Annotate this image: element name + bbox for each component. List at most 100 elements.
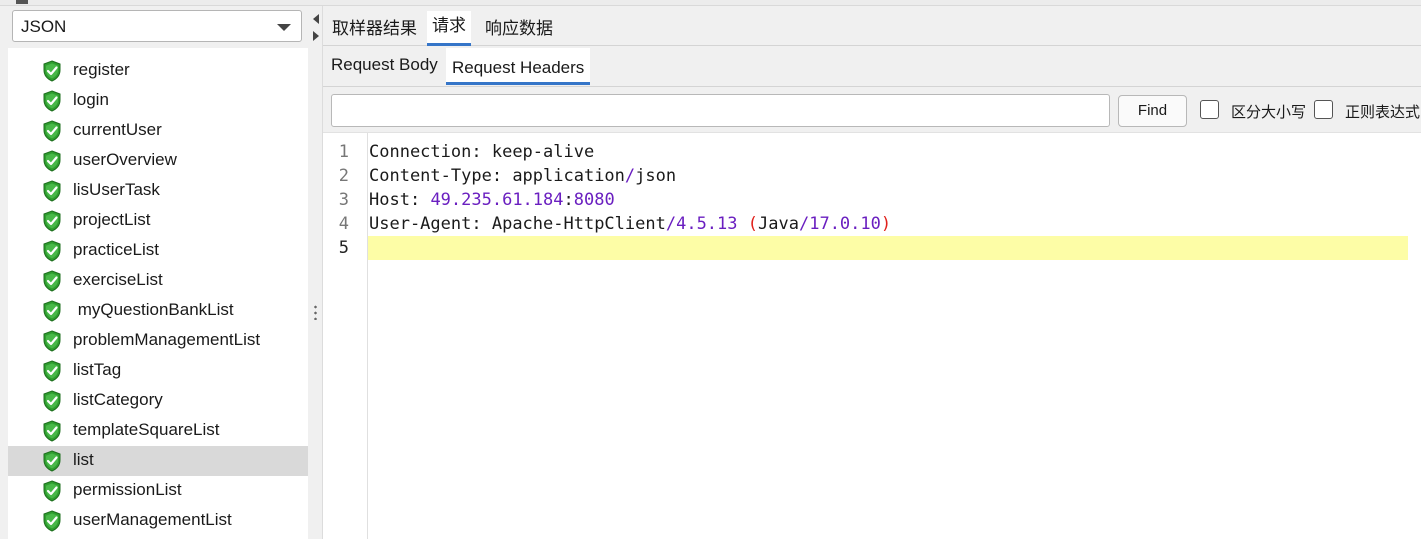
shield-check-icon	[41, 510, 63, 532]
line-number: 1	[338, 142, 349, 162]
tree-item[interactable]: practiceList	[8, 236, 308, 266]
regex-checkbox[interactable]	[1314, 100, 1333, 119]
tree-item[interactable]: permissionList	[8, 476, 308, 506]
tree-item[interactable]: exerciseList	[8, 266, 308, 296]
code-token: 17.0.10	[809, 214, 881, 234]
editor-line[interactable]: 5	[323, 236, 1421, 260]
code-token: Host	[369, 190, 410, 210]
tab-sampler-result[interactable]: 取样器结果	[332, 14, 417, 44]
tab-request-body[interactable]: Request Body	[331, 55, 438, 75]
line-code: Connection: keep-alive	[369, 140, 594, 164]
tree-item-label: exerciseList	[73, 270, 163, 289]
tree-item-label: login	[73, 90, 109, 109]
tree-item[interactable]: problemManagementList	[8, 326, 308, 356]
code-token: :	[563, 190, 574, 210]
code-token: :	[471, 214, 492, 234]
shield-check-icon	[41, 390, 63, 412]
request-headers-editor[interactable]: 1 Connection: keep-alive 2 Content-Type: ap…	[323, 133, 1421, 539]
tree-item-label: lisUserTask	[73, 180, 160, 199]
shield-check-icon	[41, 210, 63, 232]
shield-check-icon	[41, 360, 63, 382]
tree-item[interactable]: register	[8, 56, 308, 86]
result-tabs: 取样器结果 请求 响应数据	[323, 6, 1421, 46]
sampler-tree-pane: JSON register login currentUser userOvervie…	[0, 6, 309, 539]
pane-splitter[interactable]	[309, 6, 323, 539]
sampler-type-value: JSON	[21, 17, 67, 36]
shield-check-icon	[41, 60, 63, 82]
code-token: 4.5.13	[676, 214, 738, 234]
result-pane: 取样器结果 请求 响应数据 Request Body Request Heade…	[323, 6, 1421, 539]
tree-item[interactable]: listTag	[8, 356, 308, 386]
code-token: :	[491, 166, 513, 186]
tree-item[interactable]: templateSquareList	[8, 416, 308, 446]
regex-label: 正则表达式	[1345, 103, 1421, 121]
line-code: Host: 49.235.61.184:8080	[369, 188, 615, 212]
case-sensitive-checkbox[interactable]	[1200, 100, 1219, 119]
tree-item[interactable]: lisUserTask	[8, 176, 308, 206]
code-token: json	[635, 166, 677, 186]
editor-line[interactable]: 1 Connection: keep-alive	[323, 140, 1421, 164]
tree-item[interactable]: userManagementList	[8, 506, 308, 536]
sampler-type-select[interactable]: JSON	[12, 10, 302, 42]
code-token: 8080	[573, 190, 615, 210]
code-token: Content-Type	[369, 166, 492, 186]
chevron-down-icon[interactable]	[277, 24, 291, 31]
tree-item-label: problemManagementList	[73, 330, 261, 349]
shield-check-icon	[41, 90, 63, 112]
expand-right-icon[interactable]	[313, 31, 319, 41]
search-input[interactable]	[331, 94, 1110, 127]
code-token: 49.235.61.184	[430, 190, 564, 210]
code-token: :	[471, 142, 492, 162]
line-code: Content-Type: application/json	[369, 164, 676, 188]
shield-check-icon	[41, 270, 63, 292]
request-tabs: Request Body Request Headers	[323, 46, 1421, 87]
sampler-tree[interactable]: register login currentUser userOverview lisU…	[8, 48, 308, 539]
line-number: 5	[338, 238, 349, 258]
shield-check-icon	[41, 420, 63, 442]
code-token: Connection	[369, 142, 472, 162]
tree-item[interactable]: projectList	[8, 206, 308, 236]
tree-item[interactable]: list	[8, 446, 308, 476]
tree-item-label: currentUser	[73, 120, 162, 139]
tree-item-label: userOverview	[73, 150, 177, 169]
tree-item[interactable]: userOverview	[8, 146, 308, 176]
case-sensitive-label: 区分大小写	[1231, 103, 1307, 121]
editor-line[interactable]: 4 User-Agent: Apache-HttpClient/4.5.13 (J…	[323, 212, 1421, 236]
tab-request-headers[interactable]: Request Headers	[446, 48, 591, 85]
shield-check-icon	[41, 150, 63, 172]
splitter-grip-icon[interactable]	[314, 304, 317, 320]
code-token: (	[747, 214, 759, 234]
code-token: Java	[758, 214, 799, 234]
tree-item-label: projectList	[73, 210, 151, 229]
code-token: User-Agent	[369, 214, 472, 234]
tree-item-label: permissionList	[73, 480, 182, 499]
tree-item[interactable]: myQuestionBankList	[8, 296, 308, 326]
code-token: /	[624, 166, 636, 186]
tree-item-label: listTag	[73, 360, 122, 379]
tree-item[interactable]: currentUser	[8, 116, 308, 146]
tab-response-data[interactable]: 响应数据	[485, 14, 553, 44]
editor-line[interactable]: 3 Host: 49.235.61.184:8080	[323, 188, 1421, 212]
search-bar: Find 区分大小写 正则表达式	[323, 87, 1421, 133]
current-line-highlight	[368, 236, 1408, 260]
tree-item[interactable]: login	[8, 86, 308, 116]
tree-item[interactable]: listCategory	[8, 386, 308, 416]
editor-line[interactable]: 2 Content-Type: application/json	[323, 164, 1421, 188]
find-button[interactable]: Find	[1118, 95, 1187, 127]
code-token: :	[409, 190, 431, 210]
tree-item-label: myQuestionBankList	[73, 300, 234, 319]
tree-item-label: practiceList	[73, 240, 159, 259]
code-token: keep-alive	[491, 142, 595, 162]
shield-check-icon	[41, 450, 63, 472]
shield-check-icon	[41, 120, 63, 142]
line-number: 2	[338, 166, 349, 186]
line-number: 3	[338, 190, 349, 210]
tree-item-label: templateSquareList	[73, 420, 220, 439]
tab-request[interactable]: 请求	[427, 11, 471, 46]
drag-handle-icon	[16, 0, 28, 4]
line-number: 4	[338, 214, 349, 234]
code-token: Apache-HttpClient	[491, 214, 666, 234]
code-token: application	[512, 166, 625, 186]
collapse-left-icon[interactable]	[313, 14, 319, 24]
